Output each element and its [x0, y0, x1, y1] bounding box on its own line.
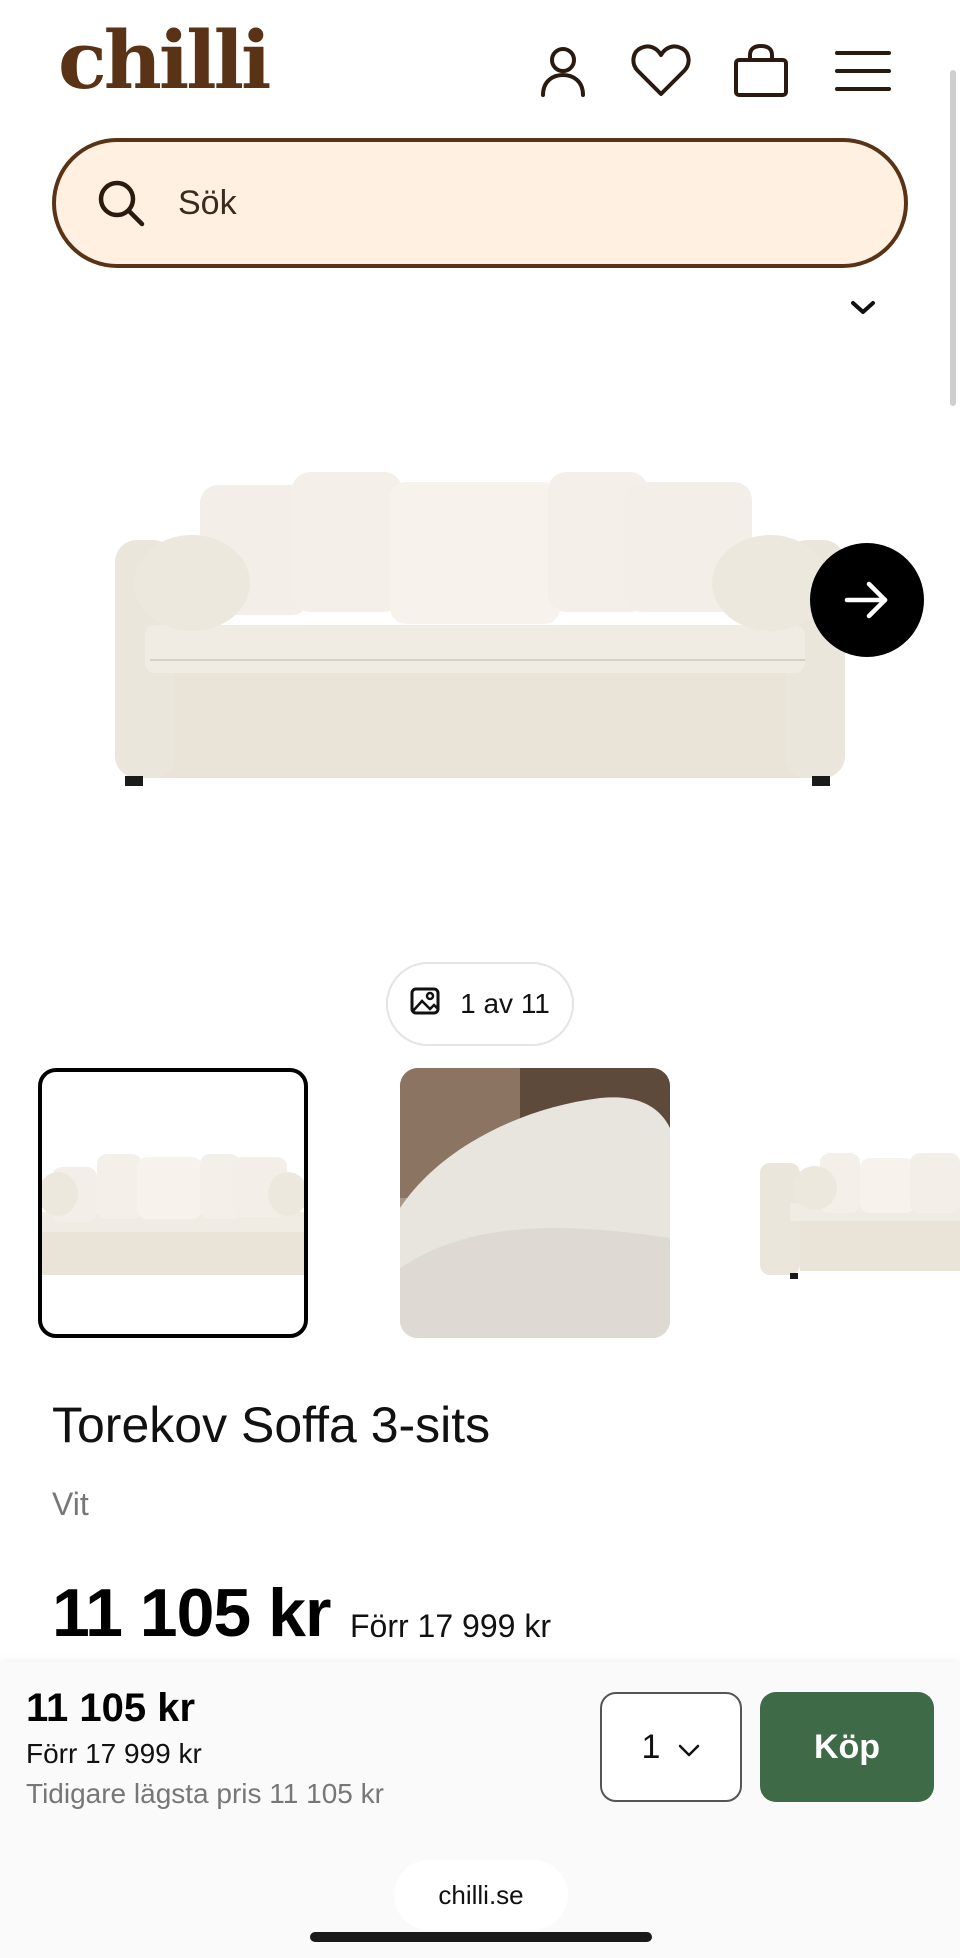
search-input[interactable]	[178, 183, 818, 223]
chevron-down-icon[interactable]	[846, 296, 880, 320]
quantity-select[interactable]: 1	[600, 1692, 742, 1802]
site-header: chilli	[0, 0, 960, 130]
shopping-bag-icon[interactable]	[730, 40, 792, 102]
user-icon[interactable]	[532, 40, 594, 102]
menu-icon[interactable]	[832, 40, 894, 102]
next-image-button[interactable]	[810, 543, 924, 657]
thumbnail-3[interactable]	[760, 1068, 960, 1338]
sticky-price: 11 105 kr	[26, 1686, 196, 1730]
sticky-buy-bar: 11 105 kr Förr 17 999 kr Tidigare lägsta…	[0, 1662, 960, 1958]
buy-button[interactable]: Köp	[760, 1692, 934, 1802]
quantity-value: 1	[641, 1727, 661, 1766]
product-before-price: Förr 17 999 kr	[350, 1608, 551, 1644]
image-counter[interactable]: 1 av 11	[386, 962, 574, 1046]
product-title: Torekov Soffa 3-sits	[52, 1397, 491, 1453]
search-icon	[96, 175, 152, 231]
home-indicator[interactable]	[310, 1932, 652, 1942]
thumbnail-2[interactable]	[400, 1068, 670, 1338]
image-counter-label: 1 av 11	[460, 988, 550, 1019]
scrollbar[interactable]	[950, 70, 956, 406]
image-icon	[410, 987, 440, 1022]
product-variant: Vit	[52, 1486, 89, 1522]
search-bar[interactable]	[52, 138, 908, 268]
product-main-image[interactable]	[0, 400, 960, 870]
product-price: 11 105 kr	[52, 1575, 331, 1651]
arrow-right-icon	[844, 581, 888, 619]
sticky-before-price: Förr 17 999 kr	[26, 1738, 202, 1769]
heart-icon[interactable]	[630, 40, 692, 102]
browser-url[interactable]: chilli.se	[394, 1860, 568, 1930]
sticky-lowest-price: Tidigare lägsta pris 11 105 kr	[26, 1778, 384, 1809]
chilli-logo[interactable]: chilli	[58, 20, 271, 100]
chevron-down-icon	[678, 1728, 700, 1767]
thumbnail-1[interactable]	[38, 1068, 308, 1338]
